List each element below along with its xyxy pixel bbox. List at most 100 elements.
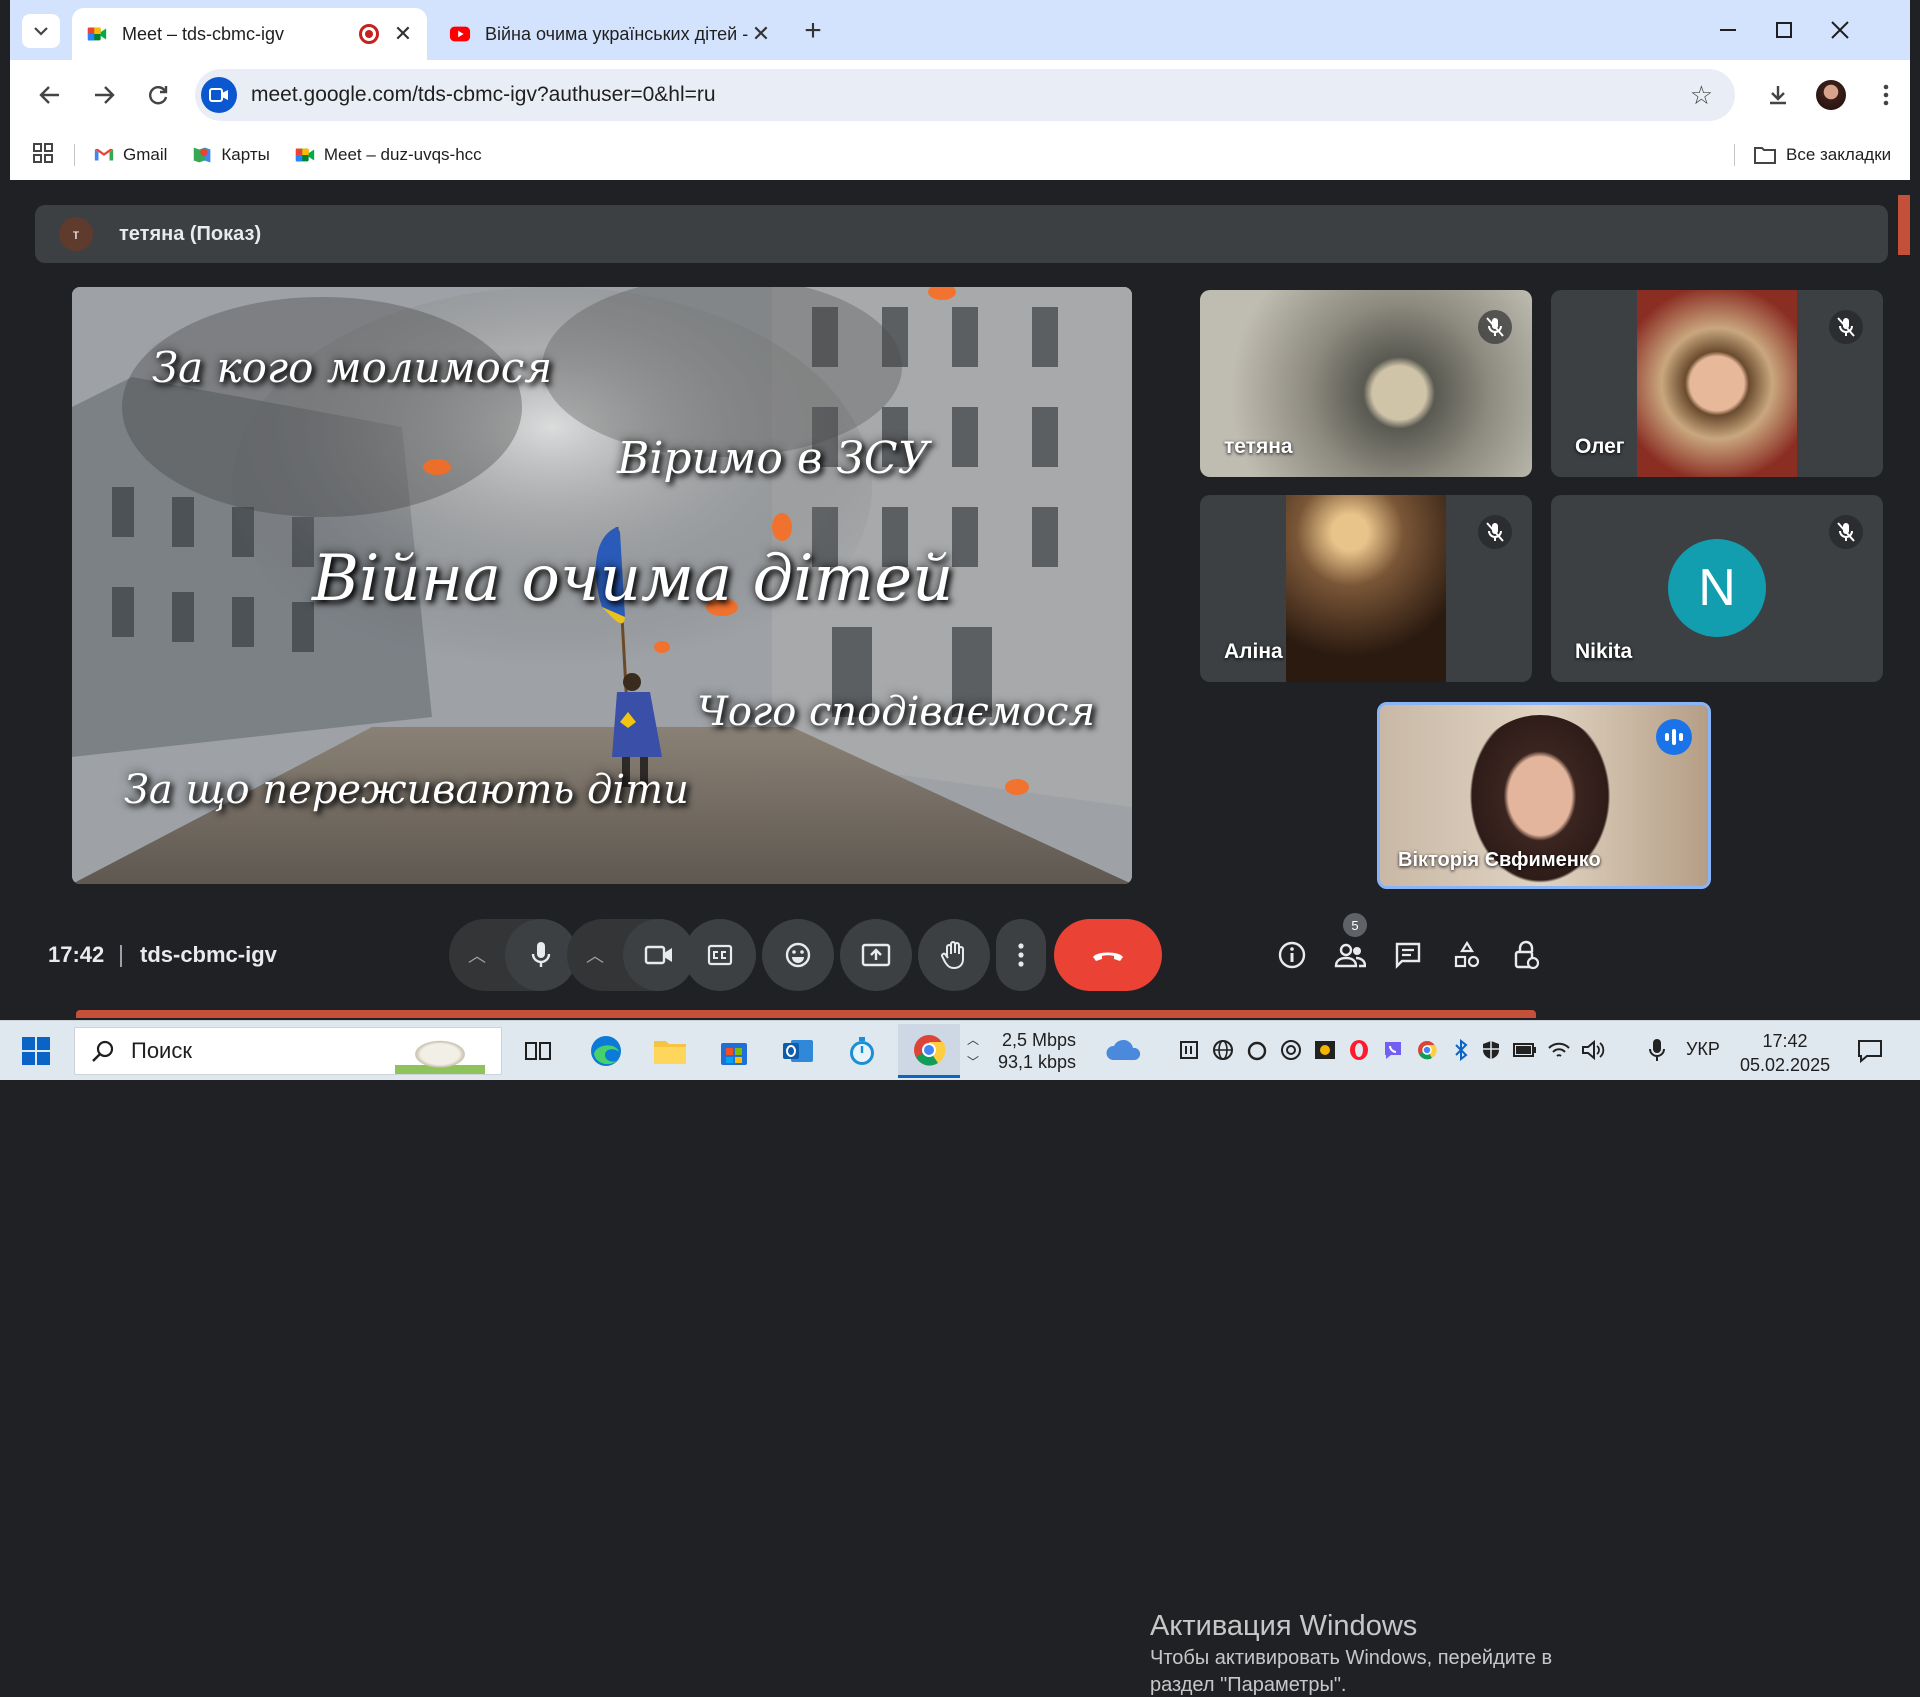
participant-tile[interactable]: Аліна [1200,495,1532,682]
present-screen-button[interactable] [840,919,912,991]
presentation-slide: За кого молимося Віримо в ЗСУ Війна очим… [72,287,1132,884]
start-button[interactable] [12,1027,60,1075]
participant-name: Nikita [1575,640,1633,663]
taskbar-search-box[interactable]: Поиск [74,1027,502,1075]
onedrive-icon[interactable] [1104,1037,1144,1063]
globe-icon[interactable] [1210,1037,1236,1063]
captions-button[interactable] [684,919,756,991]
microphone-icon [531,942,551,967]
divider [120,945,122,967]
photo-tray-icon[interactable] [1312,1037,1338,1063]
close-window-button[interactable] [1812,12,1868,48]
close-tab-icon[interactable]: ✕ [751,21,771,47]
tab-strip: Meet – tds-cbmc-igv ✕ Війна очима україн… [10,0,1910,60]
store-app-button[interactable] [710,1027,758,1075]
volume-icon[interactable] [1580,1037,1606,1063]
leave-call-button[interactable] [1054,919,1162,991]
participant-tile[interactable]: тетяна [1200,290,1532,477]
recording-indicator-icon [359,24,379,44]
tab-youtube[interactable]: Війна очима українських дітей - Y ✕ [435,8,785,60]
file-explorer-button[interactable] [646,1027,694,1075]
bluetooth-icon[interactable] [1448,1037,1474,1063]
maximize-icon [1776,22,1792,38]
microphone-tray-icon[interactable] [1644,1037,1670,1063]
raise-hand-button[interactable] [918,919,990,991]
tab-title: Meet – tds-cbmc-igv [122,23,285,44]
taskbar-clock[interactable]: 17:42 05.02.2025 [1740,1029,1830,1077]
emoji-icon [785,942,811,968]
network-speed-chevrons[interactable]: ︿ ﹀ [964,1029,982,1073]
profile-button[interactable] [1813,77,1849,113]
more-options-button[interactable] [996,919,1046,991]
menu-button[interactable] [1868,77,1904,113]
slide-phrase: Віримо в ЗСУ [617,433,930,484]
close-icon [1831,21,1849,39]
battery-icon[interactable] [1512,1037,1538,1063]
bookmark-gmail[interactable]: Gmail [93,144,167,166]
meeting-time: 17:42 [48,942,105,967]
chat-icon [1395,942,1421,969]
presenter-avatar: т [59,217,93,251]
sheep-illustration-icon [395,1030,485,1074]
sync-icon[interactable] [1278,1037,1304,1063]
input-language[interactable]: УКР [1686,1039,1720,1060]
maximize-button[interactable] [1756,12,1812,48]
reload-button[interactable] [140,77,176,113]
background-window-edge [1898,195,1910,255]
background-window-edge [76,1010,1536,1018]
edge-app-button[interactable] [582,1027,630,1075]
gmail-icon [94,148,114,161]
site-info-icon[interactable] [201,77,237,113]
wifi-icon[interactable] [1546,1037,1572,1063]
ring-icon[interactable] [1244,1037,1270,1063]
chrome-app-button[interactable] [898,1024,960,1078]
edge-icon [591,1036,621,1066]
timer-app-button[interactable] [838,1027,886,1075]
maps-icon [194,147,211,163]
all-bookmarks-button[interactable]: Все закладки [1754,145,1891,165]
notifications-button[interactable] [1846,1027,1894,1075]
task-view-button[interactable] [514,1027,562,1075]
chrome-tray-icon[interactable] [1414,1037,1440,1063]
meeting-details-button[interactable] [1272,935,1312,975]
bookmark-star-icon[interactable]: ☆ [1690,80,1713,111]
chevron-down-icon [34,27,48,36]
task-view-icon [525,1042,551,1060]
apps-icon[interactable] [32,142,54,169]
back-button[interactable] [32,77,68,113]
speaking-indicator-icon [1656,719,1692,755]
audio-options-button[interactable]: ︿ [449,942,505,968]
participant-tile[interactable]: N Nikita [1551,495,1883,682]
security-shield-icon[interactable] [1478,1037,1504,1063]
minimize-button[interactable] [1700,12,1756,48]
reload-icon [149,86,168,105]
reactions-button[interactable] [762,919,834,991]
participant-tile[interactable]: Олег [1551,290,1883,477]
new-tab-button[interactable]: + [795,14,831,48]
meet-page: т тетяна (Показ) За кого молимося Віримо… [10,180,1910,1696]
downloads-button[interactable] [1760,77,1796,113]
tray-app-icon[interactable] [1176,1037,1202,1063]
bookmark-meet[interactable]: Meet – duz-uvqs-hcc [294,144,482,166]
tab-meet[interactable]: Meet – tds-cbmc-igv ✕ [72,8,427,60]
slide-phrase: За що переживають діти [124,767,689,813]
clock-date: 05.02.2025 [1740,1055,1831,1075]
activities-button[interactable] [1447,935,1487,975]
address-bar[interactable]: meet.google.com/tds-cbmc-igv?authuser=0&… [195,69,1735,121]
people-button[interactable] [1330,935,1370,975]
download-icon [1770,86,1786,105]
windows-logo-icon [22,1037,50,1065]
viber-icon[interactable] [1380,1037,1406,1063]
bookmark-maps[interactable]: Карты [191,144,270,166]
url-text[interactable]: meet.google.com/tds-cbmc-igv?authuser=0&… [251,83,1690,107]
video-options-button[interactable]: ︿ [567,942,623,968]
close-tab-icon[interactable]: ✕ [393,21,413,47]
tab-search-button[interactable] [22,14,60,48]
self-view-tile[interactable]: Вікторія Євфименко [1377,702,1711,889]
opera-icon[interactable] [1346,1037,1372,1063]
host-controls-button[interactable] [1506,935,1546,975]
outlook-app-button[interactable] [774,1027,822,1075]
present-to-all-icon [861,943,891,967]
forward-button[interactable] [86,77,122,113]
chat-button[interactable] [1388,935,1428,975]
